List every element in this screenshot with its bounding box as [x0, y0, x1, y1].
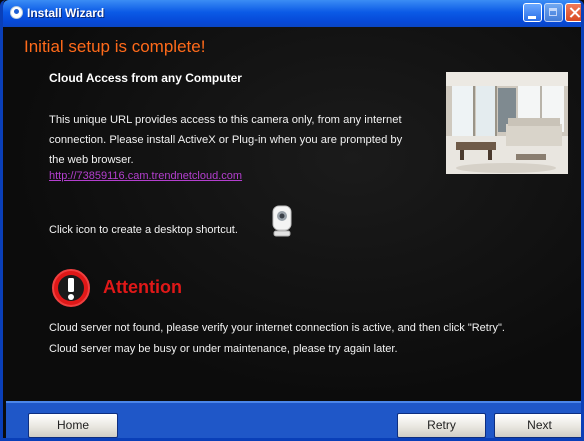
error-message: Cloud server not found, please verify yo… — [49, 322, 505, 334]
page-heading: Initial setup is complete! — [24, 37, 206, 56]
next-button[interactable]: Next — [494, 413, 581, 438]
home-button[interactable]: Home — [28, 413, 118, 438]
retry-button[interactable]: Retry — [397, 413, 486, 438]
description: This unique URL provides access to this … — [49, 110, 447, 170]
window-title: Install Wizard — [27, 6, 105, 20]
install-wizard-icon — [10, 6, 23, 19]
description-line: This unique URL provides access to this … — [49, 114, 402, 126]
camera-shortcut-icon[interactable] — [271, 205, 293, 237]
room-photo — [446, 72, 568, 174]
minimize-button[interactable] — [523, 3, 542, 22]
attention-label: Attention — [103, 277, 182, 297]
close-button[interactable] — [565, 3, 581, 22]
description-line: the web browser. — [49, 154, 134, 166]
maximize-button[interactable] — [544, 3, 563, 22]
error-message: Cloud server may be busy or under mainte… — [49, 343, 398, 355]
cloud-access-title: Cloud Access from any Computer — [49, 71, 242, 85]
title-bar[interactable]: Install Wizard — [3, 0, 581, 27]
description-line: connection. Please install ActiveX or Pl… — [49, 134, 403, 146]
install-wizard-window: Install Wizard Initial setup is complete… — [0, 0, 584, 441]
shortcut-instruction: Click icon to create a desktop shortcut. — [49, 224, 238, 236]
button-bar: Home Retry Next — [6, 401, 581, 438]
cloud-url-link[interactable]: http://73859116.cam.trendnetcloud.com — [49, 170, 242, 182]
attention-icon — [51, 268, 91, 308]
